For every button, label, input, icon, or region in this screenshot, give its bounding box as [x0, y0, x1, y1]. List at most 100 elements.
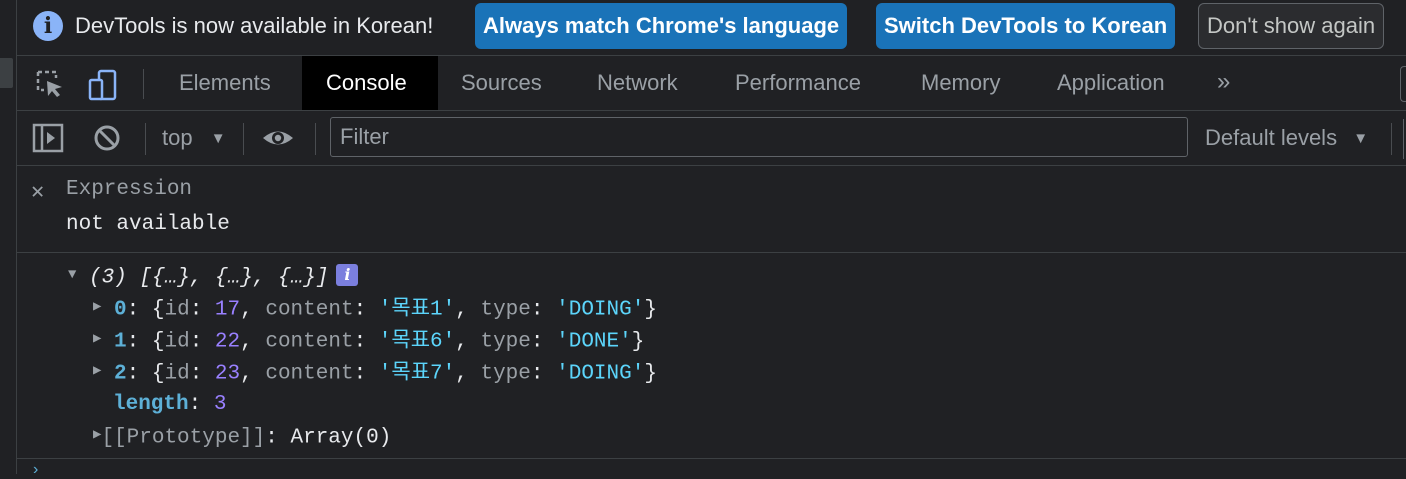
punct: :: [530, 362, 557, 386]
live-expression-value: not available: [66, 213, 230, 236]
devtools-panel: i DevTools is now available in Korean! A…: [17, 0, 1406, 478]
punct: :: [353, 362, 379, 386]
clear-console-icon[interactable]: [90, 121, 124, 155]
toolbar-separator: [243, 123, 244, 155]
tab-sources[interactable]: Sources: [437, 56, 566, 110]
length-row: length: 3: [113, 389, 226, 421]
dont-show-again-button[interactable]: Don't show again: [1198, 3, 1385, 49]
item-id: 22: [214, 330, 241, 354]
chevron-down-icon: ▼: [1353, 130, 1369, 147]
punct: :: [530, 298, 557, 322]
device-toolbar-icon[interactable]: [87, 68, 121, 102]
array-item-row[interactable]: ▶ 2: {id: 23, content: '목표7', type: 'DOI…: [93, 357, 657, 389]
punct: ,: [455, 298, 481, 322]
item-index: 0: [114, 298, 127, 322]
tab-performance[interactable]: Performance: [711, 56, 885, 110]
array-item-row[interactable]: ▶ 0: {id: 17, content: '목표1', type: 'DOI…: [93, 293, 657, 325]
toolbar-separator: [145, 123, 146, 155]
key-label: id: [164, 330, 190, 354]
punct: :: [530, 330, 557, 354]
eye-icon[interactable]: [261, 121, 295, 155]
array-count: (3): [89, 266, 127, 290]
punct: : {: [126, 298, 165, 322]
context-selector[interactable]: top ▼: [162, 125, 226, 151]
info-icon: i: [33, 11, 63, 41]
log-levels-dropdown[interactable]: Default levels ▼: [1205, 125, 1368, 151]
key-label: content: [265, 362, 354, 386]
console-toolbar: top ▼ Default levels ▼: [17, 111, 1406, 166]
infobar-message: DevTools is now available in Korean!: [75, 13, 434, 38]
prototype-row[interactable]: ▶[[Prototype]]: Array(0): [93, 421, 391, 453]
punct: :: [189, 298, 215, 322]
show-sidebar-icon[interactable]: [31, 121, 65, 155]
console-prompt[interactable]: ›: [17, 458, 1406, 478]
length-key: length: [113, 393, 189, 416]
quote: ': [378, 330, 392, 354]
close-icon[interactable]: ✕: [31, 179, 44, 205]
quote: ': [378, 362, 392, 386]
quote: ': [631, 362, 645, 386]
chevron-down-icon: ▼: [210, 130, 226, 147]
tab-bar-separator: [143, 69, 144, 99]
array-item-row[interactable]: ▶ 1: {id: 22, content: '목표6', type: 'DON…: [93, 325, 644, 357]
punct: ,: [455, 362, 481, 386]
punct: ,: [455, 330, 481, 354]
tab-memory[interactable]: Memory: [897, 56, 1024, 110]
punct: ,: [240, 298, 266, 322]
live-expression-label[interactable]: Expression: [66, 178, 192, 201]
punct: : {: [126, 362, 165, 386]
quote: ': [442, 362, 456, 386]
item-type: DOING: [568, 362, 632, 386]
tab-elements[interactable]: Elements: [155, 56, 295, 110]
prototype-value: Array(0): [290, 426, 392, 450]
punct: :: [189, 330, 215, 354]
quote: ': [631, 298, 645, 322]
prompt-chevron-icon: ›: [33, 461, 39, 478]
tab-network[interactable]: Network: [573, 56, 702, 110]
log-levels-label: Default levels: [1205, 125, 1338, 150]
key-label: id: [164, 298, 190, 322]
item-index: 2: [114, 362, 127, 386]
more-tabs-chevron-icon[interactable]: »: [1217, 68, 1230, 96]
inspect-element-icon[interactable]: [34, 68, 68, 102]
item-type: DOING: [568, 298, 632, 322]
punct: ,: [240, 330, 266, 354]
prototype-key: [[Prototype]]: [101, 426, 266, 450]
punct: }: [644, 298, 657, 322]
live-expression: ✕ Expression not available: [17, 166, 1406, 253]
key-label: id: [164, 362, 190, 386]
collapsed-triangle-icon[interactable]: ▶: [93, 323, 101, 355]
item-content: 목표1: [391, 298, 443, 322]
quote: ': [619, 330, 632, 354]
punct: :: [353, 298, 379, 322]
console-output: ▼ (3) [{…}, {…}, {…}] i ▶ 0: {id: 17, con…: [17, 253, 1406, 459]
expand-triangle-icon[interactable]: ▼: [68, 259, 76, 291]
array-preview: [{…}, {…}, {…}]: [139, 266, 329, 290]
switch-to-korean-button[interactable]: Switch DevTools to Korean: [876, 3, 1176, 49]
punct: :: [353, 330, 379, 354]
punct: : {: [126, 330, 165, 354]
quote: ': [556, 298, 569, 322]
key-label: type: [480, 362, 531, 386]
key-label: type: [480, 330, 531, 354]
tab-console[interactable]: Console: [302, 56, 438, 110]
overflow-edge: [1403, 119, 1404, 159]
panel-resize-handle[interactable]: [0, 58, 13, 88]
punct: :: [189, 362, 215, 386]
info-badge-icon[interactable]: i: [336, 264, 359, 286]
tab-application[interactable]: Application: [1033, 56, 1189, 110]
punct: }: [644, 362, 657, 386]
punct: ,: [240, 362, 266, 386]
array-summary-row[interactable]: ▼ (3) [{…}, {…}, {…}] i: [68, 259, 359, 293]
context-label: top: [162, 125, 193, 150]
toolbar-separator: [315, 123, 316, 155]
always-match-language-button[interactable]: Always match Chrome's language: [475, 3, 848, 49]
filter-input[interactable]: [330, 117, 1188, 157]
collapsed-triangle-icon[interactable]: ▶: [93, 355, 101, 387]
collapsed-triangle-icon[interactable]: ▶: [93, 419, 101, 451]
item-id: 17: [214, 298, 241, 322]
left-gutter: [0, 0, 17, 474]
collapsed-triangle-icon[interactable]: ▶: [93, 291, 101, 323]
settings-overflow-button[interactable]: [1400, 66, 1406, 102]
item-content: 목표7: [391, 362, 443, 386]
